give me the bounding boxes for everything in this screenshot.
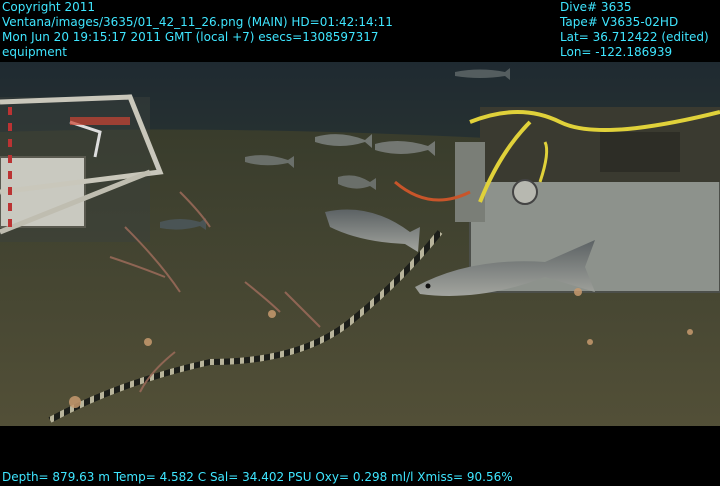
header-right-block: Dive# 3635 Tape# V3635-02HD Lat= 36.7124… <box>560 0 709 60</box>
underwater-scene-image <box>0 62 720 426</box>
telemetry-bar: Depth= 879.63 m Temp= 4.582 C Sal= 34.40… <box>2 470 513 485</box>
telemetry-text: Depth= 879.63 m Temp= 4.582 C Sal= 34.40… <box>2 470 513 484</box>
dive-number-text: Dive# 3635 <box>560 0 632 14</box>
datetime-text: Mon Jun 20 19:15:17 2011 GMT (local +7) … <box>2 30 379 44</box>
header-left-block: Copyright 2011 Ventana/images/3635/01_42… <box>2 0 393 60</box>
copyright-text: Copyright 2011 <box>2 0 95 14</box>
category-text: equipment <box>2 45 67 59</box>
tape-number-text: Tape# V3635-02HD <box>560 15 679 29</box>
image-path-text: Ventana/images/3635/01_42_11_26.png (MAI… <box>2 15 393 29</box>
longitude-text: Lon= -122.186939 <box>560 45 673 59</box>
latitude-text: Lat= 36.712422 (edited) <box>560 30 709 44</box>
left-equipment-frame <box>0 94 164 242</box>
